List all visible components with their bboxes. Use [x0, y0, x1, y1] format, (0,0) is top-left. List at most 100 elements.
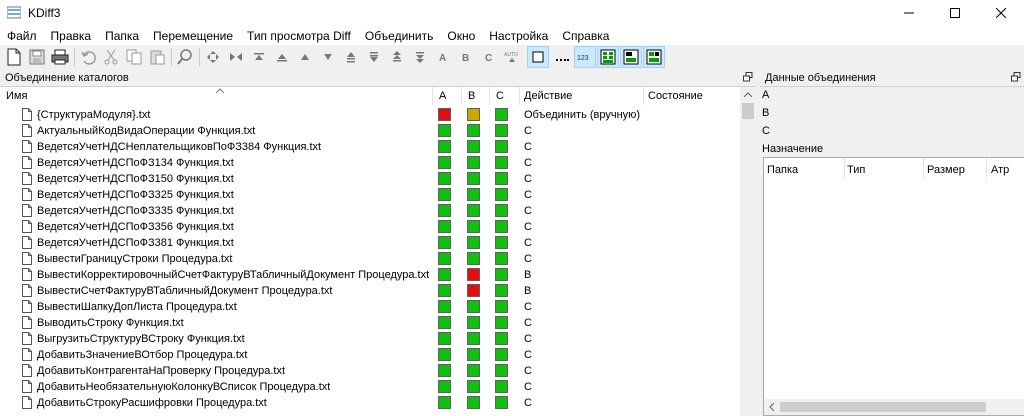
merge-action[interactable]: Объединить (вручную) [524, 109, 640, 121]
vertical-scrollbar[interactable] [740, 87, 756, 416]
show-line-numbers-button[interactable]: 123 [574, 46, 596, 68]
table-row[interactable]: ДобавитьЗначениеВОтбор Процедура.txt C [0, 347, 740, 363]
table-row[interactable]: ВедетсяУчетНДСПоФЗ335 Функция.txt C [0, 203, 740, 219]
table-row[interactable]: ДобавитьСтрокуРасшифровки Процедура.txt C [0, 395, 740, 411]
merge-action[interactable]: C [524, 237, 532, 249]
auto-advance-button[interactable]: AUTO [501, 46, 523, 68]
column-attr[interactable]: Атр [991, 164, 1009, 176]
undock-icon[interactable] [1011, 72, 1021, 82]
table-row[interactable]: ВывестиКорректировочныйСчетФактуруВТабли… [0, 267, 740, 283]
table-row[interactable]: ВедетсяУчетНДСПоФЗ381 Функция.txt C [0, 235, 740, 251]
scrollbar-thumb[interactable] [780, 402, 986, 412]
table-row[interactable]: ВедетсяУчетНДСПоФЗ356 Функция.txt C [0, 219, 740, 235]
table-row[interactable]: ДобавитьКонтрагентаНаПроверку Процедура.… [0, 363, 740, 379]
menu-settings[interactable]: Настройка [482, 29, 555, 43]
next-unsolved-button[interactable] [363, 46, 385, 68]
merge-action[interactable]: C [524, 157, 532, 169]
paste-button[interactable] [146, 46, 168, 68]
prev-unsolved-conflict-button[interactable] [386, 46, 408, 68]
merge-action[interactable]: C [524, 381, 532, 393]
table-row[interactable]: ВывестиГраницуСтроки Процедура.txt C [0, 251, 740, 267]
undo-button[interactable] [77, 46, 99, 68]
table-row[interactable]: {СтруктураМодуля}.txt Объединить (вручную… [0, 107, 740, 123]
scrollbar-thumb[interactable] [742, 103, 754, 119]
merge-action[interactable]: C [524, 365, 532, 377]
copy-button[interactable] [123, 46, 145, 68]
menu-file[interactable]: Файл [0, 29, 44, 43]
new-button[interactable] [3, 46, 25, 68]
merge-action[interactable]: C [524, 173, 532, 185]
merge-action[interactable]: C [524, 221, 532, 233]
table-row[interactable]: ВыгрузитьСтруктуруВСтроку Функция.txt C [0, 331, 740, 347]
menu-edit[interactable]: Правка [44, 29, 99, 43]
toggle-window-a-button[interactable] [597, 46, 619, 68]
file-icon [22, 284, 32, 297]
goto-bottom-icon [254, 53, 264, 60]
toggle-window-c-button[interactable] [643, 46, 665, 68]
next-delta-button[interactable] [294, 46, 316, 68]
kdiff3-app-icon [7, 6, 21, 19]
table-row[interactable]: ВыводитьСтроку Функция.txt C [0, 315, 740, 331]
menu-diff-view[interactable]: Тип просмотра Diff [240, 29, 358, 43]
table-row[interactable]: ВывестиСчетФактуруВТабличныйДокумент Про… [0, 283, 740, 299]
show-whitespace-button[interactable] [527, 46, 549, 68]
menu-window[interactable]: Окно [440, 29, 482, 43]
show-whitespace-chars-button[interactable] [551, 46, 573, 68]
table-row[interactable]: ВедетсяУчетНДСПоФЗ325 Функция.txt C [0, 187, 740, 203]
goto-top-button[interactable] [225, 46, 247, 68]
undock-icon[interactable] [743, 72, 753, 82]
column-b[interactable]: B [468, 90, 475, 102]
table-row[interactable]: ВедетсяУчетНДСПоФЗ150 Функция.txt C [0, 171, 740, 187]
choose-b-button[interactable]: B [455, 46, 477, 68]
merge-action[interactable]: B [524, 269, 531, 281]
table-row[interactable]: АктуальныйКодВидаОперации Функция.txt C [0, 123, 740, 139]
column-folder[interactable]: Папка [767, 164, 798, 176]
column-action[interactable]: Действие [524, 90, 572, 102]
find-button[interactable] [174, 46, 196, 68]
scroll-up-icon[interactable] [744, 92, 752, 97]
table-row[interactable]: ВывестиШапкуДопЛиста Процедура.txt C [0, 299, 740, 315]
merge-action[interactable]: B [524, 285, 531, 297]
scroll-left-icon[interactable] [769, 403, 774, 411]
cut-button[interactable] [100, 46, 122, 68]
choose-c-button[interactable]: C [478, 46, 500, 68]
prev-delta-button[interactable] [271, 46, 293, 68]
next-conflict-button[interactable] [317, 46, 339, 68]
goto-bottom-button[interactable] [248, 46, 270, 68]
merge-action[interactable]: C [524, 317, 532, 329]
print-button[interactable] [49, 46, 71, 68]
save-button[interactable] [26, 46, 48, 68]
merge-action[interactable]: C [524, 397, 532, 409]
choose-a-button[interactable]: A [432, 46, 454, 68]
menu-folder[interactable]: Папка [98, 29, 146, 43]
column-name[interactable]: Имя [6, 90, 27, 102]
prev-conflict-icon [301, 54, 309, 60]
menu-help[interactable]: Справка [555, 29, 616, 43]
merge-action[interactable]: C [524, 189, 532, 201]
merge-action[interactable]: C [524, 141, 532, 153]
menu-movement[interactable]: Перемещение [146, 29, 240, 43]
column-type[interactable]: Тип [847, 164, 865, 176]
horizontal-scrollbar[interactable] [764, 399, 1024, 415]
column-a[interactable]: A [439, 90, 446, 102]
merge-action[interactable]: C [524, 253, 532, 265]
merge-action[interactable]: C [524, 301, 532, 313]
merge-action[interactable]: C [524, 349, 532, 361]
table-row[interactable]: ДобавитьНеобязательнуюКолонкуВСписок Про… [0, 379, 740, 395]
column-state[interactable]: Состояние [648, 90, 703, 102]
menu-merge[interactable]: Объединить [358, 29, 441, 43]
merge-action[interactable]: C [524, 125, 532, 137]
minimize-button[interactable] [886, 0, 932, 26]
next-unsolved-conflict-button[interactable] [409, 46, 431, 68]
table-row[interactable]: ВедетсяУчетНДСНеплательщиковПоФЗ384 Функ… [0, 139, 740, 155]
close-button[interactable] [978, 0, 1024, 26]
column-size[interactable]: Размер [927, 164, 965, 176]
toggle-window-b-button[interactable] [620, 46, 642, 68]
maximize-button[interactable] [932, 0, 978, 26]
prev-unsolved-button[interactable] [340, 46, 362, 68]
merge-action[interactable]: C [524, 333, 532, 345]
goto-current-button[interactable] [202, 46, 224, 68]
column-c[interactable]: C [496, 90, 504, 102]
table-row[interactable]: ВедетсяУчетНДСПоФЗ134 Функция.txt C [0, 155, 740, 171]
merge-action[interactable]: C [524, 205, 532, 217]
